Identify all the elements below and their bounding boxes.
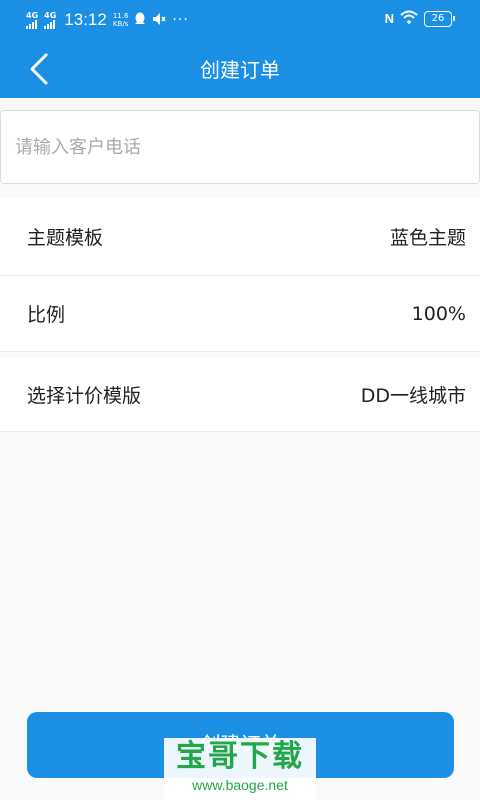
row-label: 主题模板 xyxy=(27,227,104,249)
customer-phone-field[interactable] xyxy=(0,110,480,184)
app-header: 4G 4G 13:12 11.6 KB/s ··· N 26 创建订单 xyxy=(0,0,480,98)
network-label-1: 4G xyxy=(26,10,39,20)
row-ratio[interactable]: 比例 100% xyxy=(0,276,480,352)
network-speed: 11.6 KB/s xyxy=(113,12,129,28)
row-label: 选择计价模版 xyxy=(27,385,142,407)
status-time: 13:12 xyxy=(64,10,107,29)
status-left: 4G 4G 13:12 11.6 KB/s ··· xyxy=(26,10,189,30)
row-value: 蓝色主题 xyxy=(389,227,466,249)
status-bar: 4G 4G 13:12 11.6 KB/s ··· N 26 xyxy=(0,0,480,40)
battery-icon: 26 xyxy=(424,10,455,27)
status-right: N 26 xyxy=(384,10,455,27)
watermark: 宝哥下载 www.baoge.net xyxy=(164,738,316,800)
watermark-title: 宝哥下载 xyxy=(176,739,304,774)
watermark-url: www.baoge.net xyxy=(192,777,288,793)
row-theme-template[interactable]: 主题模板 蓝色主题 xyxy=(0,198,480,276)
wifi-icon xyxy=(400,10,418,27)
signal-bars-icon xyxy=(26,19,37,29)
row-pricing-template[interactable]: 选择计价模版 DD一线城市 xyxy=(0,358,480,432)
network-speed-unit: KB/s xyxy=(112,20,129,28)
network-label-2: 4G xyxy=(44,10,57,20)
signal-2: 4G xyxy=(44,10,57,29)
nfc-icon: N xyxy=(384,11,394,26)
network-speed-value: 11.6 xyxy=(112,12,129,20)
row-value: DD一线城市 xyxy=(360,385,466,407)
customer-phone-input[interactable] xyxy=(1,111,479,183)
row-value: 100% xyxy=(411,302,466,325)
page-title: 创建订单 xyxy=(200,58,280,82)
overflow-icon: ··· xyxy=(172,12,189,28)
signal-bars-icon xyxy=(44,19,56,29)
row-label: 比例 xyxy=(27,304,66,326)
mute-icon xyxy=(152,12,167,29)
signal-1: 4G xyxy=(26,10,39,29)
qq-icon xyxy=(134,12,146,29)
